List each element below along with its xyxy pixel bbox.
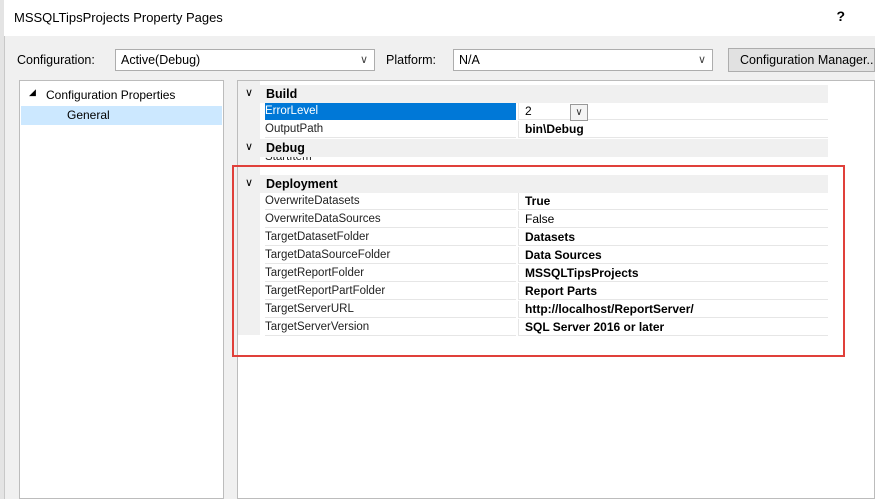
configuration-label: Configuration: xyxy=(17,53,95,67)
property-row[interactable]: TargetServerVersion SQL Server 2016 or l… xyxy=(238,319,828,337)
property-value[interactable]: True xyxy=(518,193,828,210)
property-name[interactable]: TargetDataSourceFolder xyxy=(265,247,516,264)
property-value[interactable]: 2 xyxy=(518,103,828,120)
chevron-down-icon: ∨ xyxy=(697,54,706,66)
property-grid: ∨ Build ErrorLevel 2 OutputPath bin\Debu… xyxy=(237,80,875,499)
property-value[interactable]: Data Sources xyxy=(518,247,828,264)
property-name[interactable]: TargetServerURL xyxy=(265,301,516,318)
property-row[interactable]: TargetDatasetFolder Datasets xyxy=(238,229,828,247)
category-title: Deployment xyxy=(266,177,338,191)
property-row[interactable]: StartItem xyxy=(238,157,828,166)
expanded-triangle-icon[interactable]: ◢ xyxy=(29,87,36,98)
configuration-manager-button[interactable]: Configuration Manager... xyxy=(728,48,875,72)
platform-value: N/A xyxy=(459,53,480,67)
property-row[interactable]: TargetReportPartFolder Report Parts xyxy=(238,283,828,301)
property-row[interactable]: OverwriteDatasets True xyxy=(238,193,828,211)
property-row[interactable]: ErrorLevel 2 xyxy=(238,103,828,121)
property-name[interactable]: OverwriteDataSources xyxy=(265,211,516,228)
property-row[interactable]: TargetDataSourceFolder Data Sources xyxy=(238,247,828,265)
property-name[interactable]: OutputPath xyxy=(265,121,516,138)
category-debug[interactable]: ∨ Debug xyxy=(238,139,828,157)
property-value[interactable]: Datasets xyxy=(518,229,828,246)
property-name[interactable]: TargetReportFolder xyxy=(265,265,516,282)
help-button[interactable]: ? xyxy=(836,8,845,24)
property-tree: ◢ Configuration Properties General xyxy=(19,80,224,499)
chevron-down-icon: ∨ xyxy=(359,54,368,66)
property-value[interactable]: False xyxy=(518,211,828,228)
platform-select[interactable]: N/A ∨ xyxy=(453,49,713,71)
property-row[interactable]: TargetServerURL http://localhost/ReportS… xyxy=(238,301,828,319)
property-value[interactable]: MSSQLTipsProjects xyxy=(518,265,828,282)
property-name[interactable]: TargetDatasetFolder xyxy=(265,229,516,246)
configuration-select[interactable]: Active(Debug) ∨ xyxy=(115,49,375,71)
property-name[interactable]: StartItem xyxy=(265,157,516,166)
tree-selection xyxy=(21,106,222,125)
property-value[interactable]: SQL Server 2016 or later xyxy=(518,319,828,336)
tree-item-configuration-properties[interactable]: Configuration Properties xyxy=(46,88,175,102)
category-build[interactable]: ∨ Build xyxy=(238,85,828,103)
property-name[interactable]: OverwriteDatasets xyxy=(265,193,516,210)
chevron-down-icon[interactable]: ∨ xyxy=(245,140,253,153)
property-name[interactable]: ErrorLevel xyxy=(265,103,516,120)
platform-label: Platform: xyxy=(386,53,437,67)
property-row[interactable]: TargetReportFolder MSSQLTipsProjects xyxy=(238,265,828,283)
window-title: MSSQLTipsProjects Property Pages xyxy=(14,10,223,25)
title-bar: MSSQLTipsProjects Property Pages ? xyxy=(4,0,875,36)
configuration-value: Active(Debug) xyxy=(121,53,201,67)
property-name[interactable]: TargetServerVersion xyxy=(265,319,516,336)
chevron-down-icon: ∨ xyxy=(575,107,583,118)
property-value[interactable]: bin\Debug xyxy=(518,121,828,138)
category-title: Build xyxy=(266,87,298,101)
chevron-down-icon[interactable]: ∨ xyxy=(245,176,253,189)
errorlevel-dropdown-button[interactable]: ∨ xyxy=(570,104,588,121)
category-title: Debug xyxy=(266,141,305,155)
property-name[interactable]: TargetReportPartFolder xyxy=(265,283,516,300)
property-value[interactable]: Report Parts xyxy=(518,283,828,300)
category-deployment[interactable]: ∨ Deployment xyxy=(238,175,828,193)
tree-item-general[interactable]: General xyxy=(67,108,110,122)
property-row[interactable]: OverwriteDataSources False xyxy=(238,211,828,229)
window-edge xyxy=(0,0,5,499)
chevron-down-icon[interactable]: ∨ xyxy=(245,86,253,99)
property-value[interactable]: http://localhost/ReportServer/ xyxy=(518,301,828,318)
property-row[interactable]: OutputPath bin\Debug xyxy=(238,121,828,139)
